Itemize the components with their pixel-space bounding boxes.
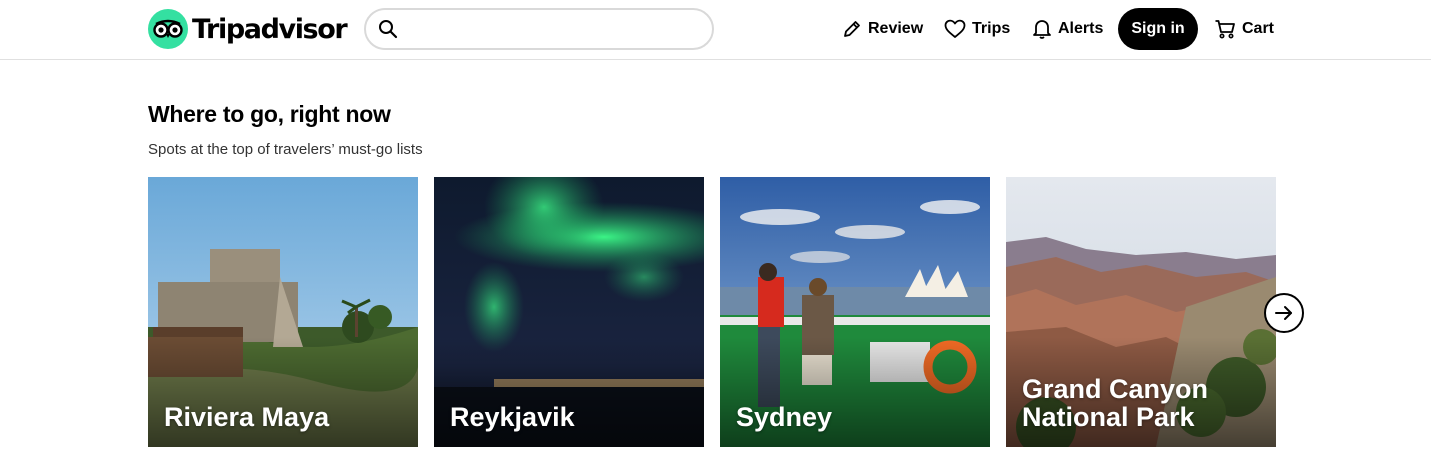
destination-name: Sydney (736, 402, 833, 432)
search-icon (379, 20, 398, 39)
alerts-link[interactable]: Alerts (1032, 15, 1103, 43)
tripadvisor-logo[interactable]: Tripadvisor (148, 9, 348, 49)
search-input[interactable] (406, 10, 712, 48)
top-navigation-bar: Tripadvisor Review Trips Alerts Sign in (0, 0, 1431, 60)
section-title: Where to go, right now (148, 101, 391, 127)
sign-in-button[interactable]: Sign in (1118, 8, 1198, 50)
bell-icon (1033, 20, 1051, 39)
cart-link[interactable]: Cart (1214, 15, 1274, 43)
trips-label: Trips (972, 20, 1011, 37)
cart-label: Cart (1242, 20, 1275, 37)
destination-card-reykjavik[interactable]: Reykjavik (434, 177, 704, 447)
owl-logo-icon (148, 9, 188, 49)
heart-icon (944, 19, 966, 38)
trips-link[interactable]: Trips (944, 15, 1010, 43)
pencil-icon (844, 21, 860, 37)
alerts-label: Alerts (1058, 20, 1104, 37)
destination-name: Riviera Maya (164, 402, 330, 432)
section-subtitle: Spots at the top of travelers’ must-go l… (148, 141, 423, 158)
logo-wordmark: Tripadvisor (192, 13, 348, 45)
arrow-right-icon (1275, 306, 1292, 320)
cart-icon (1215, 20, 1235, 39)
carousel-next-button[interactable] (1264, 293, 1304, 333)
destination-name: Grand Canyon National Park (1022, 374, 1209, 432)
review-link[interactable]: Review (842, 15, 923, 43)
search-bar[interactable] (364, 8, 714, 50)
destination-card-grand-canyon[interactable]: Grand Canyon National Park (1006, 177, 1276, 447)
destination-card-riviera-maya[interactable]: Riviera Maya (148, 177, 418, 447)
destination-name: Reykjavik (450, 402, 575, 432)
destination-card-sydney[interactable]: Sydney (720, 177, 990, 447)
review-label: Review (868, 20, 924, 37)
